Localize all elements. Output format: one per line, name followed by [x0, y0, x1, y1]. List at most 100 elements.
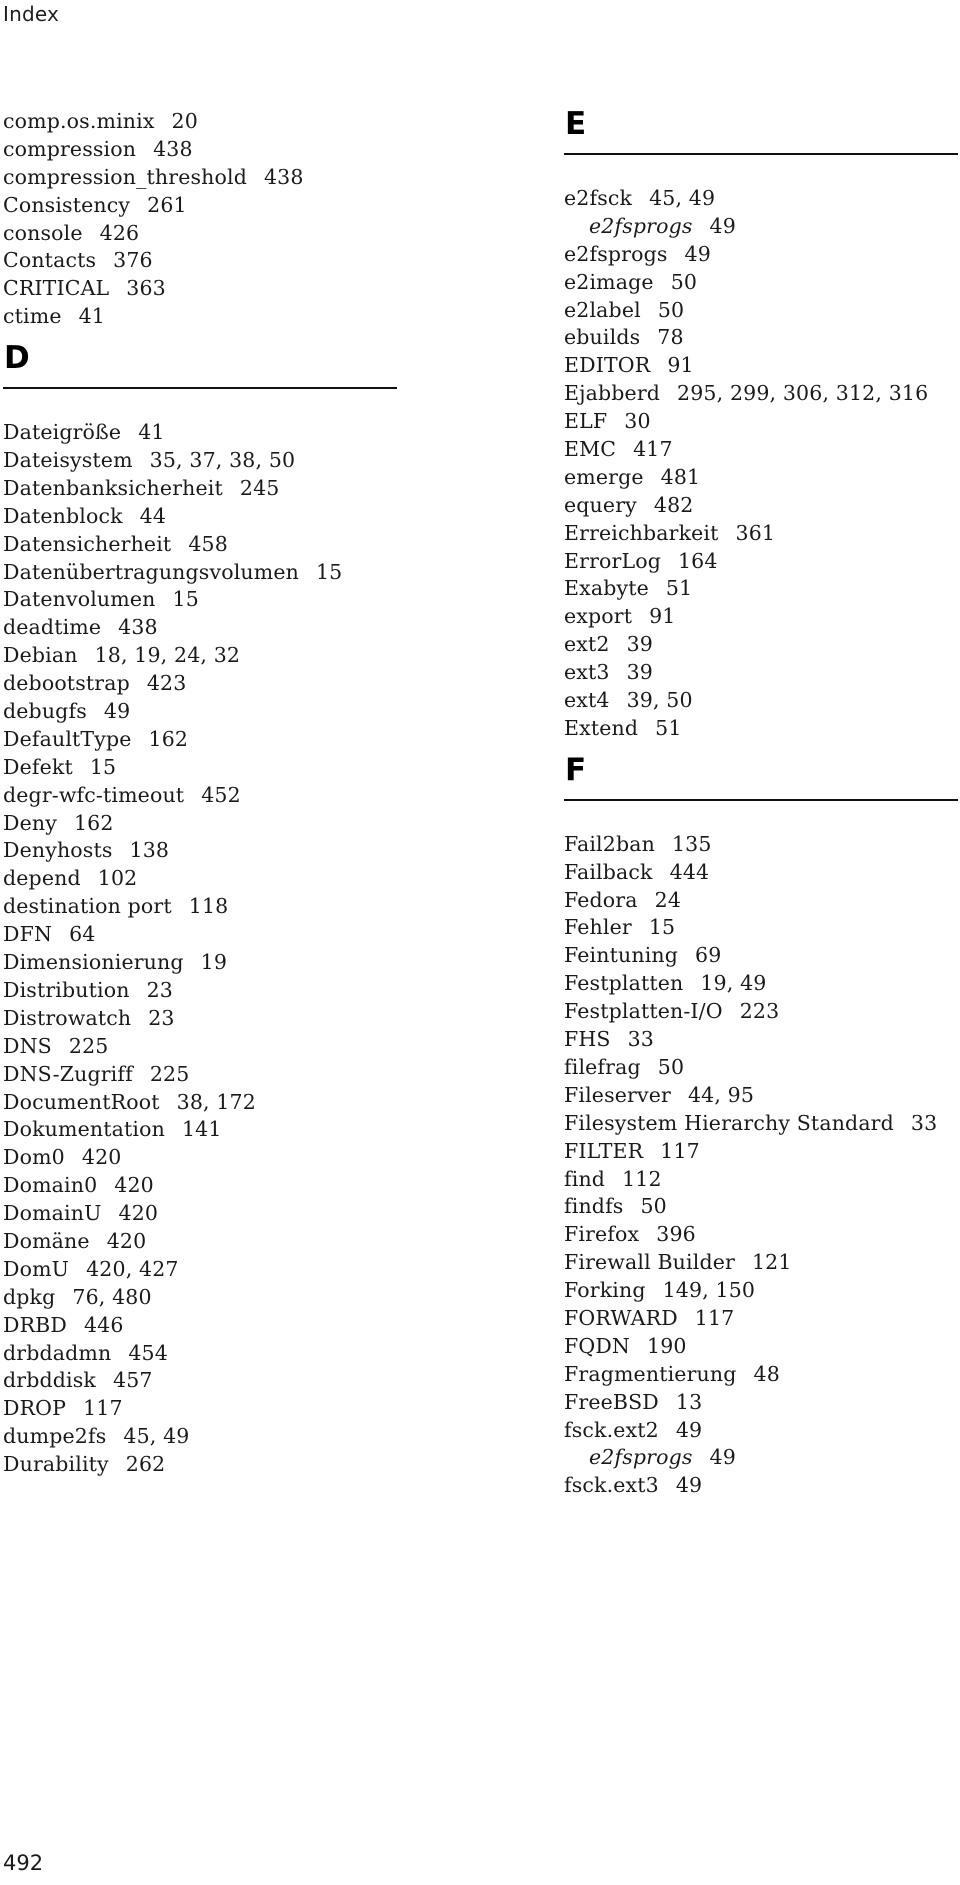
index-term: FHS	[564, 1027, 611, 1052]
index-term: FORWARD	[564, 1305, 678, 1330]
index-term: Datenvolumen	[3, 587, 156, 612]
index-term: FreeBSD	[564, 1389, 659, 1414]
index-term: DefaultType	[3, 726, 132, 751]
index-entry: ErrorLog 164	[564, 548, 958, 576]
index-term: emerge	[564, 464, 644, 489]
page-references: 39, 50	[626, 688, 693, 713]
index-term: ELF	[564, 409, 608, 434]
page-references: 38, 172	[176, 1089, 256, 1114]
index-entry: console 426	[3, 220, 397, 248]
index-entry: destination port 118	[3, 893, 397, 921]
page-references: 481	[660, 464, 701, 489]
index-term: find	[564, 1166, 606, 1191]
index-term: e2fsprogs	[589, 1445, 693, 1470]
page-references: 482	[653, 492, 694, 517]
index-entry: DRBD 446	[3, 1312, 397, 1340]
index-term: Durability	[3, 1452, 109, 1477]
index-term: debootstrap	[3, 671, 130, 696]
index-term: Datenbanksicherheit	[3, 475, 223, 500]
index-entry: DFN 64	[3, 921, 397, 949]
index-entry: Domäne 420	[3, 1228, 397, 1256]
index-entry: filefrag 50	[564, 1054, 958, 1082]
index-term: Dateigröße	[3, 420, 122, 445]
page-references: 117	[660, 1138, 700, 1163]
letter-section-header-f: F	[564, 743, 958, 831]
index-entry: fsck.ext2 49	[564, 1417, 958, 1445]
page-number: 492	[3, 1851, 44, 1875]
index-entry: Forking 149, 150	[564, 1277, 958, 1305]
index-entry: Extend 51	[564, 715, 958, 743]
page-references: 420	[81, 1145, 122, 1170]
index-entry: export 91	[564, 603, 958, 631]
index-term: console	[3, 220, 83, 245]
index-entry: Fileserver 44, 95	[564, 1082, 958, 1110]
index-term: Failback	[564, 859, 653, 884]
page-references: 18, 19, 24, 32	[94, 643, 241, 668]
page-references: 15	[648, 915, 676, 940]
index-entry: DROP 117	[3, 1395, 397, 1423]
page-references: 262	[125, 1452, 166, 1477]
index-term: depend	[3, 866, 81, 891]
index-term: dpkg	[3, 1284, 56, 1309]
page-references: 457	[113, 1368, 153, 1393]
index-entry: Defekt 15	[3, 754, 397, 782]
page-references: 51	[665, 576, 693, 601]
index-entry: Dateigröße 41	[3, 419, 397, 447]
index-entries-d: Dateigröße 41 Dateisystem 35, 37, 38, 50 Dat…	[3, 419, 397, 1479]
index-entry: ext3 39	[564, 659, 958, 687]
running-head: Index	[3, 2, 60, 26]
index-entry: Datenbanksicherheit 245	[3, 475, 397, 503]
index-entry: depend 102	[3, 865, 397, 893]
index-entry: Feintuning 69	[564, 942, 958, 970]
index-term: Firefox	[564, 1222, 640, 1247]
index-entry: ctime 41	[3, 303, 397, 331]
page-references: 162	[148, 726, 189, 751]
index-term: Distribution	[3, 977, 130, 1002]
page-references: 112	[622, 1166, 662, 1191]
index-entry: Datenübertragungsvolumen 15	[3, 559, 397, 587]
page-references: 138	[129, 838, 170, 863]
page-references: 149, 150	[662, 1278, 756, 1303]
page-references: 396	[656, 1222, 696, 1247]
index-term: debugfs	[3, 699, 87, 724]
page-references: 454	[128, 1340, 168, 1365]
index-term: Feintuning	[564, 943, 679, 968]
page-references: 162	[73, 810, 114, 835]
index-entry: Firewall Builder 121	[564, 1249, 958, 1277]
index-entry: Datenvolumen 15	[3, 586, 397, 614]
index-term: e2fsck	[564, 186, 633, 210]
section-rule	[564, 798, 958, 801]
index-term: compression_threshold	[3, 164, 247, 189]
index-entry: Consistency 261	[3, 192, 397, 220]
page-references: 44, 95	[687, 1082, 755, 1107]
index-entry: findfs 50	[564, 1193, 958, 1221]
page-references: 190	[647, 1333, 687, 1358]
index-term: comp.os.minix	[3, 109, 155, 133]
page-references: 39	[626, 660, 653, 685]
page-references: 438	[263, 164, 304, 189]
index-term: Filesystem Hierarchy Standard	[564, 1110, 894, 1135]
section-letter: D	[4, 340, 30, 377]
index-term: Domain0	[3, 1173, 98, 1198]
index-subentry: e2fsprogs 49	[564, 213, 958, 241]
index-entry: Dom0 420	[3, 1144, 397, 1172]
index-column-right: E e2fsck 45, 49 e2fsprogs 49 e2fsprogs 49 e2im…	[564, 106, 958, 1500]
page-references: 50	[670, 269, 698, 294]
index-term: Exabyte	[564, 576, 649, 601]
page-references: 50	[657, 1054, 685, 1079]
index-entry: FreeBSD 13	[564, 1389, 958, 1417]
page-references: 225	[68, 1033, 109, 1058]
index-term: Dom0	[3, 1145, 65, 1170]
page-references: 102	[97, 866, 138, 891]
page-references: 30	[624, 409, 651, 434]
page-references: 15	[315, 559, 343, 584]
index-entry: Durability 262	[3, 1451, 397, 1479]
index-term: Ejabberd	[564, 381, 661, 406]
index-entry: ebuilds 78	[564, 324, 958, 352]
index-term: Firewall Builder	[564, 1250, 735, 1275]
index-term: DROP	[3, 1396, 67, 1421]
index-entry: debootstrap 423	[3, 670, 397, 698]
index-term: Domäne	[3, 1228, 90, 1253]
section-letter: F	[565, 751, 587, 788]
index-entry: debugfs 49	[3, 698, 397, 726]
